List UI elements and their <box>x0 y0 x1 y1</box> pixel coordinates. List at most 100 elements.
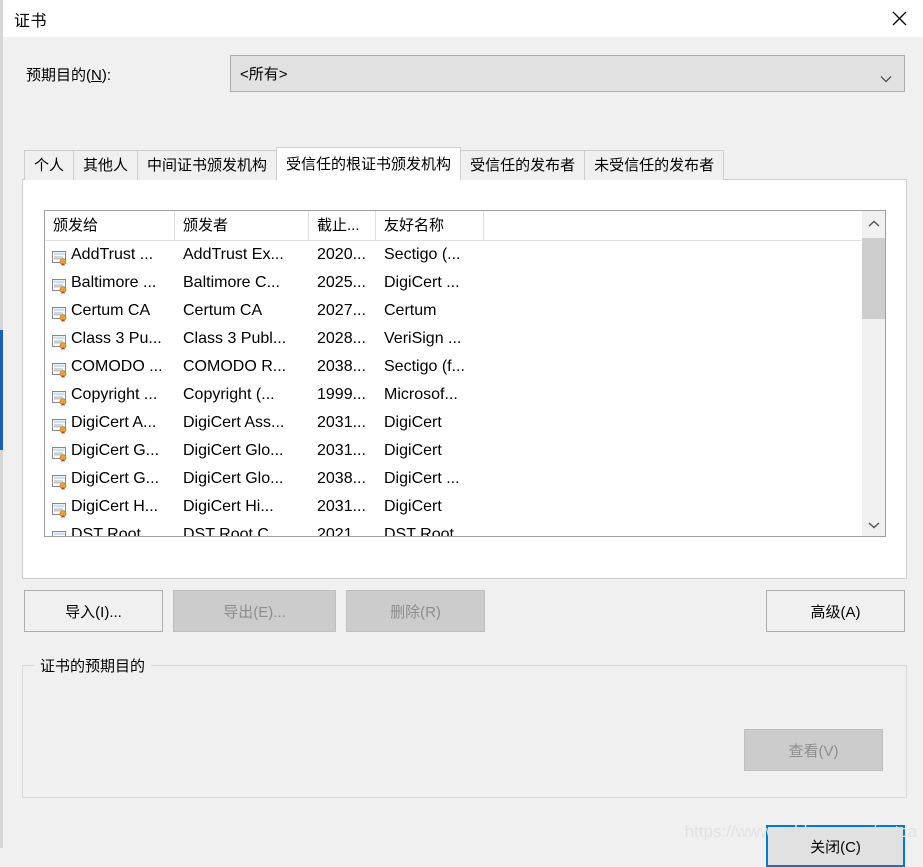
tab-trusted-publishers[interactable]: 受信任的发布者 <box>460 150 585 180</box>
intended-purpose-row: 预期目的(N): <所有> <box>3 55 923 93</box>
table-row[interactable]: DigiCert G...DigiCert Glo...2038...DigiC… <box>45 465 885 493</box>
cell-issued-by: Class 3 Publ... <box>175 325 309 353</box>
cell-issued-by: DigiCert Glo... <box>175 465 309 493</box>
chevron-down-icon <box>868 516 880 533</box>
cell-expiration: 2021 <box>309 521 376 537</box>
export-button: 导出(E)... <box>173 590 336 632</box>
cell-friendly-name: DigiCert ... <box>376 269 484 297</box>
tab-intermediate-ca[interactable]: 中间证书颁发机构 <box>137 150 277 180</box>
certificate-purposes-label: 证书的预期目的 <box>34 655 151 676</box>
cell-issued-by: Baltimore C... <box>175 269 309 297</box>
cell-friendly-name: Sectigo (... <box>376 241 484 269</box>
cell-friendly-name: Sectigo (f... <box>376 353 484 381</box>
dialog-content: 预期目的(N): <所有> 个人 其他人 中间证书颁发机构 受信任的根证书颁发机… <box>3 37 923 848</box>
cell-friendly-name: DST Root <box>376 521 484 537</box>
cell-issued-to: DigiCert G... <box>45 437 175 465</box>
certificate-icon <box>52 304 69 319</box>
column-header-expiration[interactable]: 截止... <box>309 211 376 240</box>
cell-friendly-name: DigiCert <box>376 409 484 437</box>
cell-friendly-name: VeriSign ... <box>376 325 484 353</box>
remove-button: 删除(R) <box>346 590 485 632</box>
cell-friendly-name: DigiCert <box>376 493 484 521</box>
certificate-icon <box>52 332 69 347</box>
cell-expiration: 2020... <box>309 241 376 269</box>
table-row[interactable]: Class 3 Pu...Class 3 Publ...2028...VeriS… <box>45 325 885 353</box>
watermark: https://www.cnblogs.com/ustca <box>685 822 917 842</box>
scrollbar-thumb[interactable] <box>862 238 885 319</box>
tab-personal[interactable]: 个人 <box>24 150 74 180</box>
cell-issued-to: DigiCert A... <box>45 409 175 437</box>
cell-issued-to: Baltimore ... <box>45 269 175 297</box>
advanced-button[interactable]: 高级(A) <box>766 590 905 632</box>
cell-issued-to: DigiCert H... <box>45 493 175 521</box>
cell-friendly-name: Microsof... <box>376 381 484 409</box>
table-row[interactable]: COMODO ...COMODO R...2038...Sectigo (f..… <box>45 353 885 381</box>
certificate-icon <box>52 388 69 403</box>
cell-issued-by: Certum CA <box>175 297 309 325</box>
cell-issued-by: DigiCert Ass... <box>175 409 309 437</box>
intended-purpose-value: <所有> <box>240 63 288 84</box>
table-row[interactable]: AddTrust ...AddTrust Ex...2020...Sectigo… <box>45 241 885 269</box>
cell-friendly-name: DigiCert <box>376 437 484 465</box>
table-row[interactable]: DigiCert H...DigiCert Hi...2031...DigiCe… <box>45 493 885 521</box>
scroll-down-button[interactable] <box>862 512 885 536</box>
tab-other-people[interactable]: 其他人 <box>73 150 138 180</box>
cell-issued-by: DST Root C <box>175 521 309 537</box>
table-row[interactable]: DigiCert A...DigiCert Ass...2031...DigiC… <box>45 409 885 437</box>
table-row[interactable]: DigiCert G...DigiCert Glo...2031...DigiC… <box>45 437 885 465</box>
import-button[interactable]: 导入(I)... <box>24 590 163 632</box>
cell-expiration: 2031... <box>309 493 376 521</box>
column-header-friendly-name[interactable]: 友好名称 <box>376 211 484 240</box>
cell-expiration: 2038... <box>309 353 376 381</box>
scroll-up-button[interactable] <box>862 211 885 235</box>
certificate-list[interactable]: 颁发给 颁发者 截止... 友好名称 AddTrust ...AddTrust … <box>44 210 886 537</box>
column-header-issued-by[interactable]: 颁发者 <box>175 211 309 240</box>
tab-untrusted-publishers[interactable]: 未受信任的发布者 <box>584 150 724 180</box>
certificate-icon <box>52 276 69 291</box>
certificate-icon <box>52 444 69 459</box>
title-bar: 证书 <box>3 0 923 37</box>
certificate-icon <box>52 248 69 263</box>
chevron-down-icon <box>880 70 892 78</box>
certificate-icon <box>52 416 69 431</box>
cell-friendly-name: Certum <box>376 297 484 325</box>
table-row[interactable]: DST RootDST Root C2021DST Root <box>45 521 885 537</box>
table-row[interactable]: Copyright ...Copyright (...1999...Micros… <box>45 381 885 409</box>
cell-issued-to: AddTrust ... <box>45 241 175 269</box>
cell-expiration: 2031... <box>309 409 376 437</box>
column-header-filler <box>484 211 885 240</box>
cell-expiration: 1999... <box>309 381 376 409</box>
close-icon <box>892 11 907 26</box>
cell-issued-by: COMODO R... <box>175 353 309 381</box>
certificate-list-header: 颁发给 颁发者 截止... 友好名称 <box>45 211 885 241</box>
close-window-button[interactable] <box>876 0 923 37</box>
tab-strip: 个人 其他人 中间证书颁发机构 受信任的根证书颁发机构 受信任的发布者 未受信任… <box>24 148 723 180</box>
certificates-dialog: 证书 预期目的(N): <所有> 个人 <box>0 0 923 848</box>
cell-expiration: 2028... <box>309 325 376 353</box>
certificate-icon <box>52 472 69 487</box>
chevron-up-icon <box>868 215 880 232</box>
tab-page: 颁发给 颁发者 截止... 友好名称 AddTrust ...AddTrust … <box>22 179 907 579</box>
cell-issued-by: DigiCert Glo... <box>175 437 309 465</box>
cell-expiration: 2031... <box>309 437 376 465</box>
cell-issued-by: DigiCert Hi... <box>175 493 309 521</box>
table-row[interactable]: Certum CACertum CA2027...Certum <box>45 297 885 325</box>
cell-issued-by: Copyright (... <box>175 381 309 409</box>
certificate-list-rows: AddTrust ...AddTrust Ex...2020...Sectigo… <box>45 241 885 537</box>
tab-trusted-root-ca[interactable]: 受信任的根证书颁发机构 <box>276 147 461 181</box>
vertical-scrollbar[interactable] <box>861 211 885 536</box>
cell-issued-by: AddTrust Ex... <box>175 241 309 269</box>
table-row[interactable]: Baltimore ...Baltimore C...2025...DigiCe… <box>45 269 885 297</box>
intended-purpose-combobox[interactable]: <所有> <box>230 55 905 92</box>
certificate-icon <box>52 360 69 375</box>
cell-friendly-name: DigiCert ... <box>376 465 484 493</box>
cell-expiration: 2038... <box>309 465 376 493</box>
intended-purpose-label: 预期目的(N): <box>26 64 111 85</box>
column-header-issued-to[interactable]: 颁发给 <box>45 211 175 240</box>
cell-issued-to: COMODO ... <box>45 353 175 381</box>
cell-expiration: 2027... <box>309 297 376 325</box>
window-title: 证书 <box>14 7 47 31</box>
certificate-icon <box>52 528 69 538</box>
view-button: 查看(V) <box>744 729 883 771</box>
cell-expiration: 2025... <box>309 269 376 297</box>
